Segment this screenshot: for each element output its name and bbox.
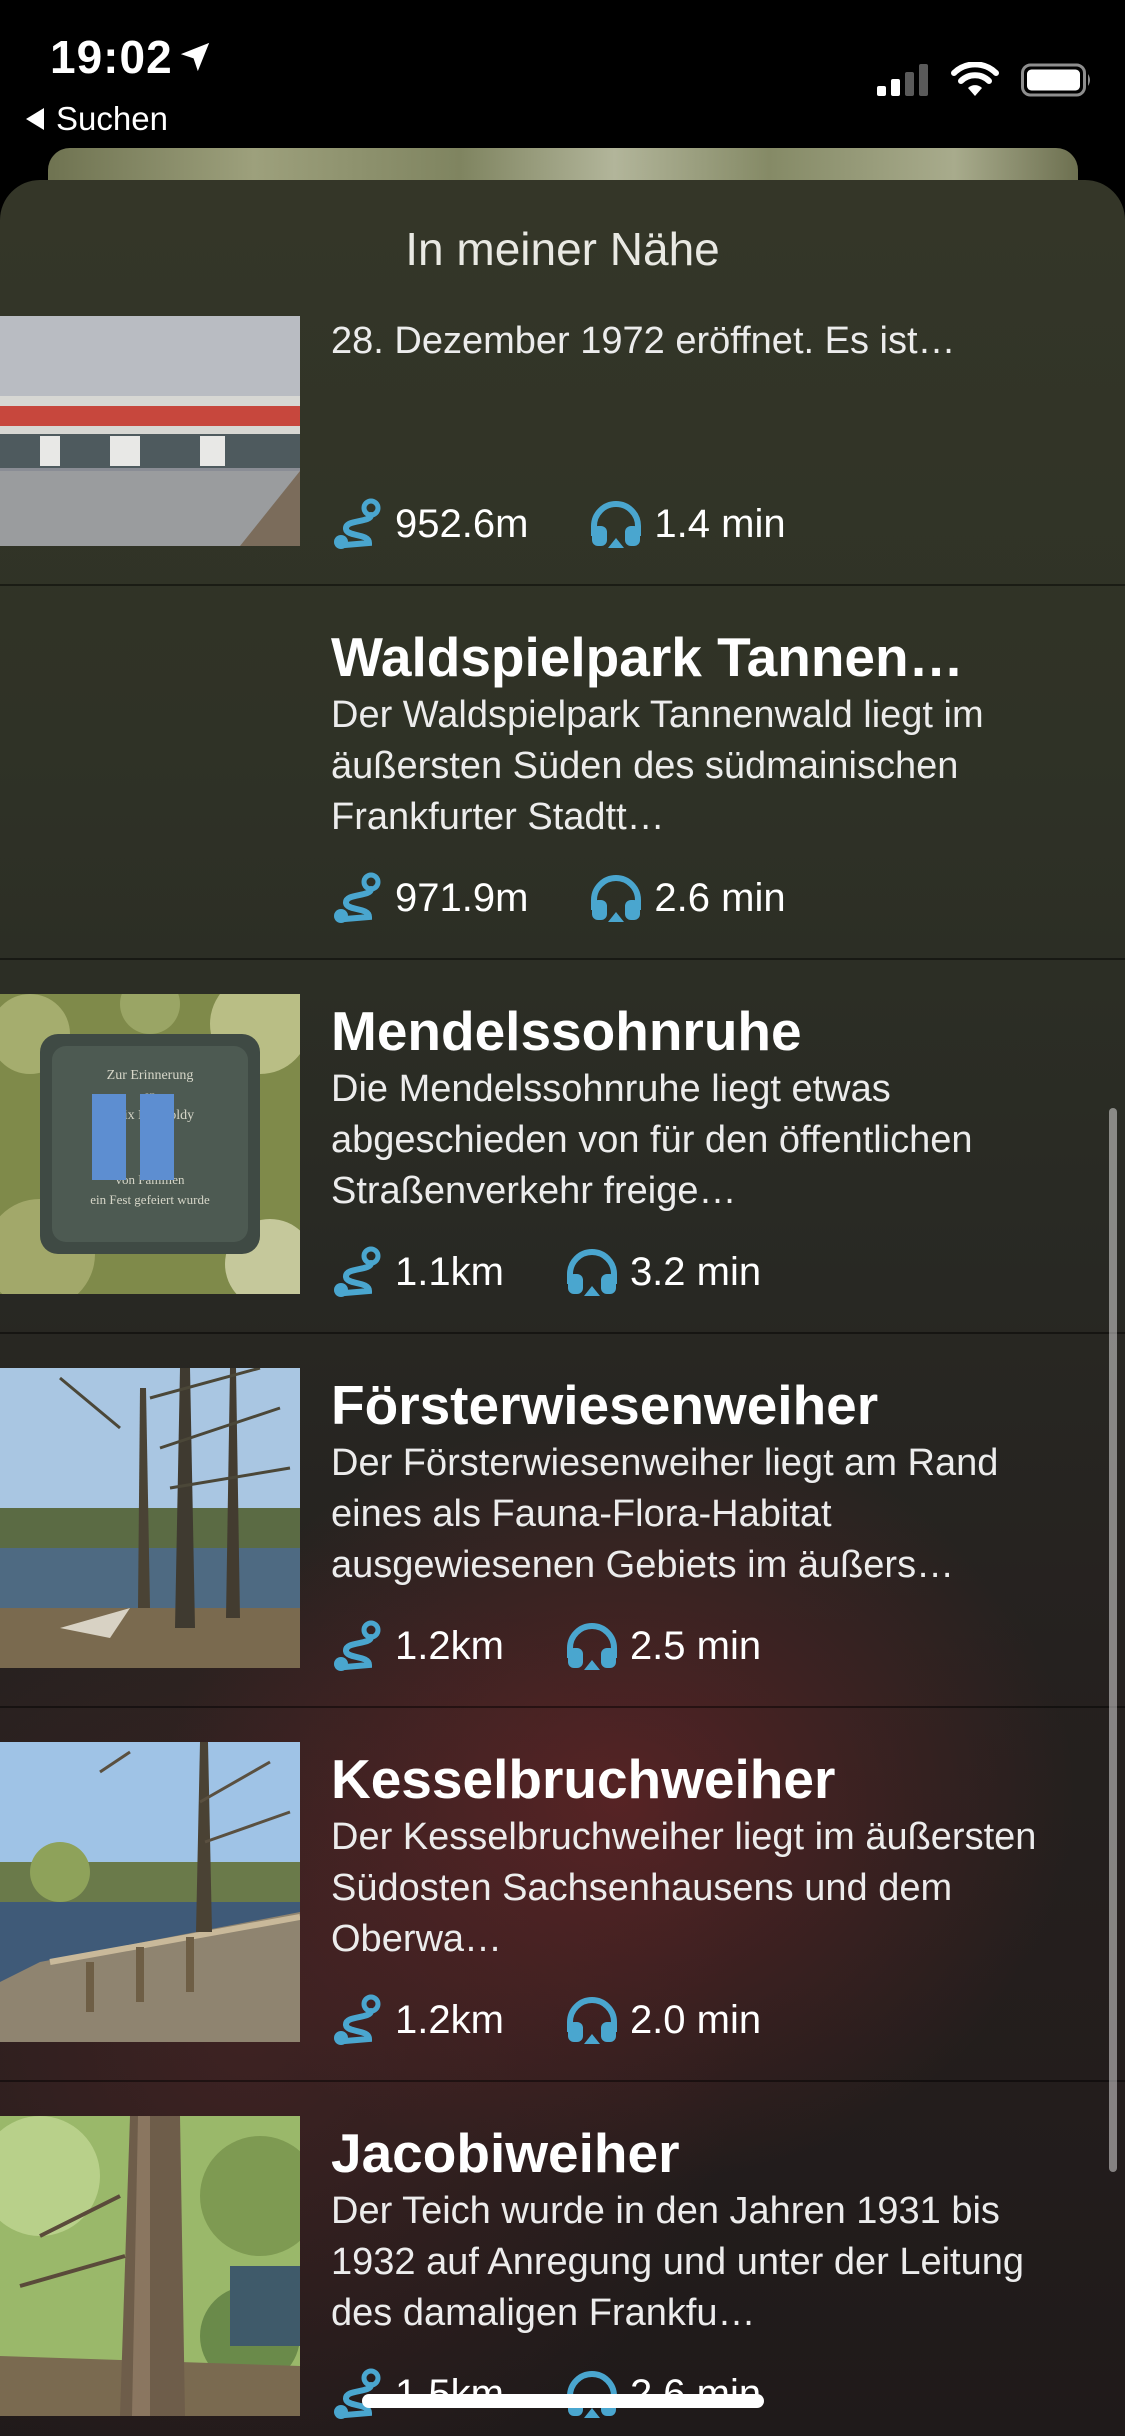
nearby-list[interactable]: 28. Dezember 1972 eröffnet. Es ist… 952.…: [0, 316, 1125, 2436]
item-thumbnail: Zur Erinnerung an Felix Bartholdy von Fa…: [0, 994, 300, 1294]
headphones-icon: [566, 1623, 617, 1670]
nearby-sheet[interactable]: In meiner Nähe 28. Dezember 1972 eröffne…: [0, 180, 1125, 2436]
item-description: Der Försterwiesenweiher liegt am Rand ei…: [331, 1442, 999, 1586]
route-icon: [334, 1994, 381, 2045]
item-title: Kesselbruchweiher: [331, 1748, 836, 1810]
list-item[interactable]: Kesselbruchweiher Der Kesselbruchweiher …: [0, 1706, 1125, 2082]
item-title: Försterwiesenweiher: [331, 1374, 879, 1436]
svg-text:ein Fest gefeiert wurde: ein Fest gefeiert wurde: [90, 1192, 210, 1207]
list-item[interactable]: Zur Erinnerung an Felix Bartholdy von Fa…: [0, 958, 1125, 1334]
item-text: Mendelssohnruhe Die Mendelssohnruhe lieg…: [331, 998, 1051, 1217]
route-icon: [334, 498, 381, 549]
wifi-icon: [951, 62, 999, 96]
status-time: 19:02: [50, 31, 173, 83]
cellular-signal-icon: [877, 64, 928, 96]
item-text: Waldspielpark Tannen… Der Waldspielpark …: [331, 624, 1051, 843]
item-distance: 952.6m: [395, 501, 529, 546]
item-distance: 1.2km: [395, 1623, 504, 1668]
route-icon: [334, 1620, 381, 1671]
route-icon: [334, 1246, 381, 1297]
headphones-icon: [591, 875, 642, 922]
item-meta: 1.2km 2.5 min: [331, 1618, 821, 1674]
item-meta: 971.9m 2.6 min: [331, 870, 846, 926]
item-distance: 1.1km: [395, 1249, 504, 1294]
item-meta: 952.6m 1.4 min: [331, 496, 846, 552]
route-icon: [334, 872, 381, 923]
headphones-icon: [591, 501, 642, 548]
item-text: Försterwiesenweiher Der Försterwiesenwei…: [331, 1372, 1051, 1591]
home-indicator[interactable]: [362, 2394, 764, 2408]
item-description-tail: 28. Dezember 1972 eröffnet. Es ist…: [331, 320, 956, 362]
list-item[interactable]: Jacobiweiher Der Teich wurde in den Jahr…: [0, 2080, 1125, 2436]
item-text: 28. Dezember 1972 eröffnet. Es ist…: [331, 316, 1051, 367]
list-item[interactable]: Waldspielpark Tannen… Der Waldspielpark …: [0, 584, 1125, 960]
battery-icon: [1021, 63, 1090, 97]
back-link-label: Suchen: [56, 100, 168, 137]
list-item[interactable]: 28. Dezember 1972 eröffnet. Es ist… 952.…: [0, 316, 1125, 586]
list-item[interactable]: Försterwiesenweiher Der Försterwiesenwei…: [0, 1332, 1125, 1708]
item-description: Der Teich wurde in den Jahren 1931 bis 1…: [331, 2190, 1025, 2334]
item-duration: 3.2 min: [629, 1249, 762, 1294]
item-description: Der Waldspielpark Tannenwald liegt im äu…: [331, 694, 984, 838]
sheet-title: In meiner Nähe: [405, 223, 720, 275]
headphones-icon: [566, 1249, 617, 1296]
svg-text:Zur Erinnerung: Zur Erinnerung: [107, 1068, 194, 1083]
item-distance: 971.9m: [395, 875, 529, 920]
item-meta: 1.1km 3.2 min: [331, 1244, 821, 1300]
item-text: Kesselbruchweiher Der Kesselbruchweiher …: [331, 1746, 1051, 1965]
item-duration: 2.0 min: [629, 1997, 762, 2042]
item-title: Jacobiweiher: [331, 2122, 680, 2184]
item-duration: 2.5 min: [629, 1623, 762, 1668]
status-indicators: [877, 62, 1093, 98]
item-title: Waldspielpark Tannen…: [331, 626, 964, 688]
status-bar: 19:02 Suchen: [0, 0, 1125, 150]
back-triangle-icon: [26, 108, 44, 130]
location-arrow-icon: [180, 42, 210, 72]
item-title: Mendelssohnruhe: [331, 1000, 802, 1062]
item-thumbnail: [0, 1742, 300, 2042]
item-text: Jacobiweiher Der Teich wurde in den Jahr…: [331, 2120, 1051, 2339]
scrollbar[interactable]: [1109, 1108, 1117, 2172]
item-thumbnail: [0, 2116, 300, 2416]
item-description: Der Kesselbruchweiher liegt im äußersten…: [331, 1816, 1037, 1960]
back-to-suchen-link[interactable]: Suchen: [26, 100, 168, 138]
item-thumbnail: [0, 316, 300, 546]
headphones-icon: [566, 1997, 617, 2044]
item-thumbnail: [0, 1368, 300, 1668]
item-thumbnail-empty: [0, 620, 300, 920]
item-distance: 1.2km: [395, 1997, 504, 2042]
item-description: Die Mendelssohnruhe liegt etwas abgeschi…: [331, 1068, 973, 1212]
item-duration: 1.4 min: [654, 501, 786, 546]
item-duration: 2.6 min: [654, 875, 786, 920]
item-meta: 1.2km 2.0 min: [331, 1992, 821, 2048]
